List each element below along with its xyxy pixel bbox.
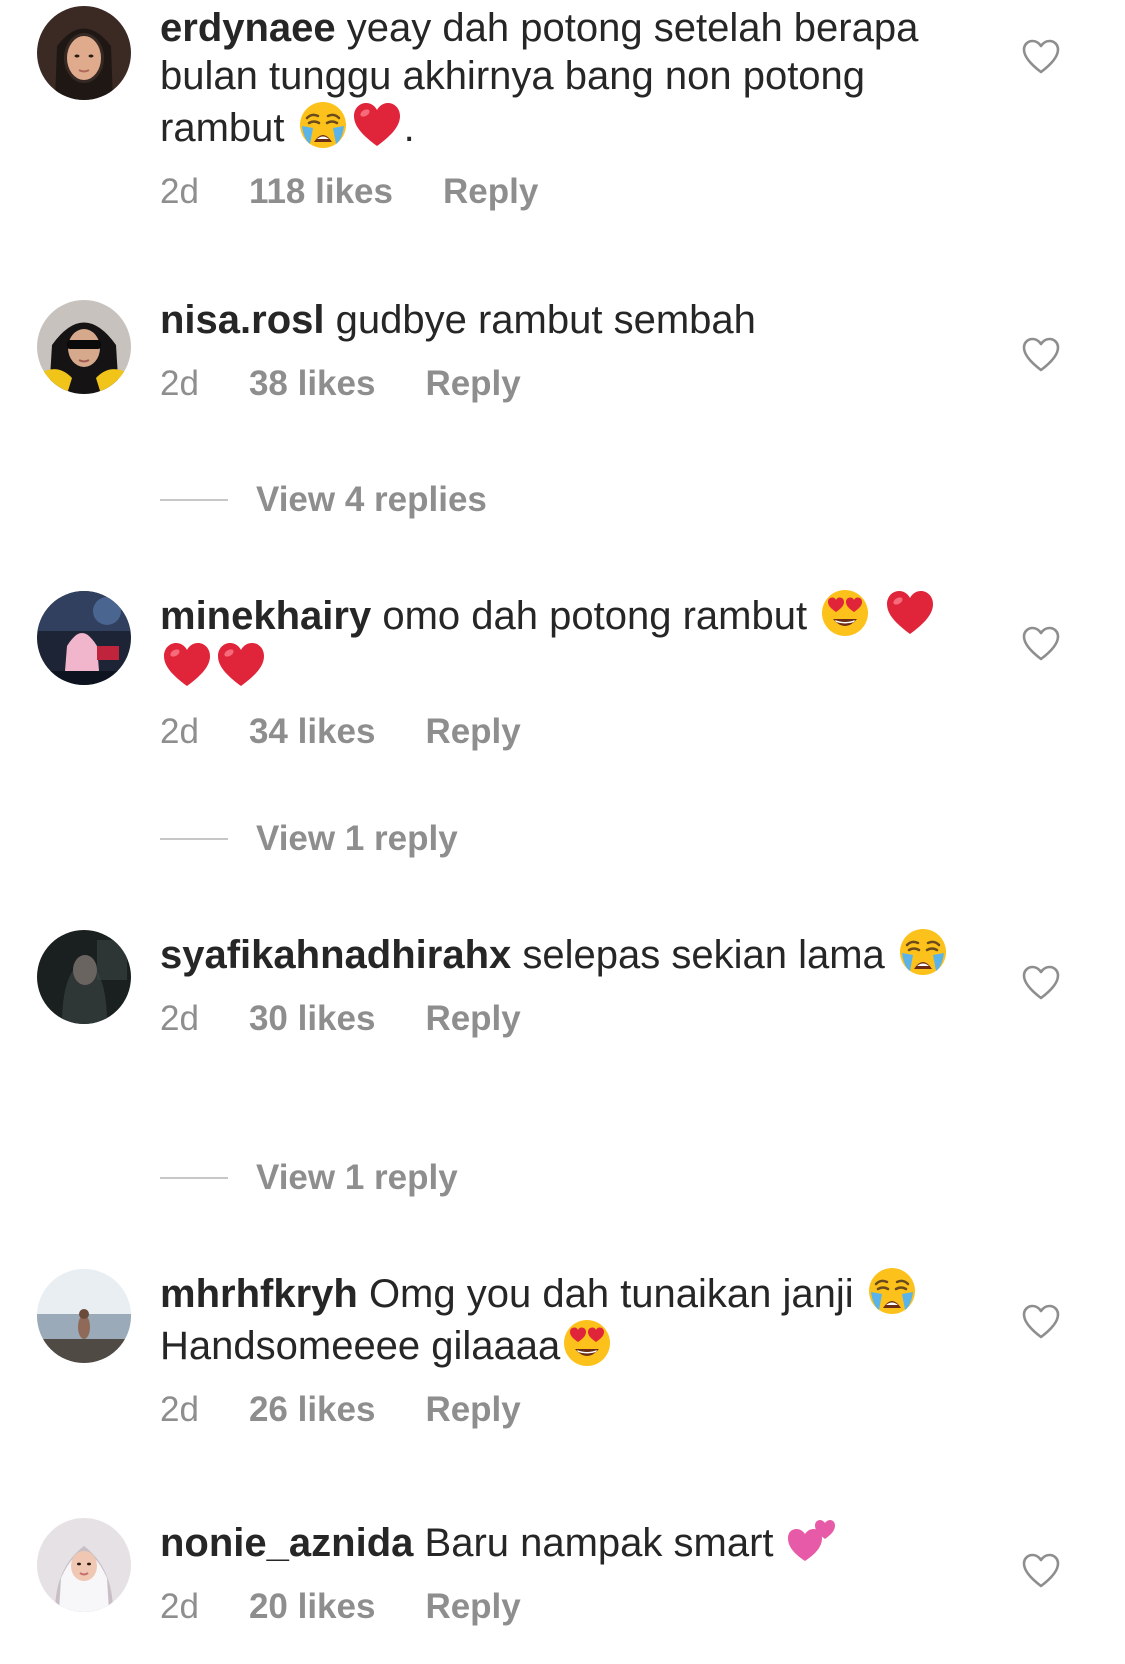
- avatar[interactable]: [37, 300, 131, 394]
- comment-text: syafikahnadhirahx selepas sekian lama: [160, 927, 960, 979]
- comment-time: 2d: [160, 1587, 199, 1626]
- comment-time: 2d: [160, 364, 199, 403]
- comment-message: Omg you dah tunaikan janji: [368, 1272, 854, 1316]
- divider-line: [160, 1177, 228, 1179]
- comment-time: 2d: [160, 999, 199, 1038]
- reply-button[interactable]: Reply: [425, 364, 520, 404]
- crying-face-emoji: [867, 1266, 917, 1316]
- view-replies-label: View 1 reply: [256, 1158, 458, 1197]
- like-heart-icon[interactable]: [1021, 335, 1061, 375]
- comment-username[interactable]: erdynaee: [160, 6, 336, 50]
- heart-eyes-emoji: [820, 588, 870, 638]
- comment-body: minekhairy omo dah potong rambut 2d 34 li…: [160, 588, 960, 752]
- comment-meta: 2d 26 likes Reply: [160, 1390, 960, 1430]
- comment-likes[interactable]: 30 likes: [249, 999, 376, 1039]
- red-heart-emoji: [885, 588, 935, 638]
- comment-username[interactable]: nonie_aznida: [160, 1521, 413, 1565]
- like-heart-icon[interactable]: [1021, 1302, 1061, 1342]
- comment-text: erdynaee yeay dah potong setelah berapa …: [160, 4, 960, 152]
- reply-button[interactable]: Reply: [443, 172, 538, 212]
- comment-likes[interactable]: 26 likes: [249, 1390, 376, 1430]
- comment-body: erdynaee yeay dah potong setelah berapa …: [160, 4, 960, 212]
- divider-line: [160, 499, 228, 501]
- heart-eyes-emoji: [562, 1318, 612, 1368]
- comments-list: erdynaee yeay dah potong setelah berapa …: [0, 0, 1125, 1664]
- comment-message: selepas sekian lama: [522, 933, 885, 977]
- avatar[interactable]: [37, 1269, 131, 1363]
- comment-username[interactable]: syafikahnadhirahx: [160, 933, 511, 977]
- comment-body: nonie_aznida Baru nampak smart 2d 20 like…: [160, 1515, 960, 1627]
- view-replies-button[interactable]: View 4 replies: [160, 480, 487, 520]
- comment-message: gudbye rambut sembah: [335, 298, 756, 342]
- avatar[interactable]: [37, 930, 131, 1024]
- comment-text: mhrhfkryh Omg you dah tunaikan janji Han…: [160, 1266, 960, 1370]
- comment-body: syafikahnadhirahx selepas sekian lama 2d…: [160, 927, 960, 1039]
- reply-button[interactable]: Reply: [425, 712, 520, 752]
- comment-message: Baru nampak smart: [424, 1521, 774, 1565]
- comment-meta: 2d 34 likes Reply: [160, 712, 960, 752]
- like-heart-icon[interactable]: [1021, 624, 1061, 664]
- comment-text: nonie_aznida Baru nampak smart: [160, 1515, 960, 1567]
- comment-username[interactable]: mhrhfkryh: [160, 1272, 358, 1316]
- like-heart-icon[interactable]: [1021, 1551, 1061, 1591]
- comment-time: 2d: [160, 1390, 199, 1429]
- comment-message: omo dah potong rambut: [382, 594, 808, 638]
- avatar[interactable]: [37, 1518, 131, 1612]
- comment-likes[interactable]: 20 likes: [249, 1587, 376, 1627]
- comment-meta: 2d 118 likes Reply: [160, 172, 960, 212]
- view-replies-button[interactable]: View 1 reply: [160, 1158, 458, 1198]
- like-heart-icon[interactable]: [1021, 37, 1061, 77]
- comment-meta: 2d 30 likes Reply: [160, 999, 960, 1039]
- two-hearts-emoji: [787, 1515, 837, 1565]
- comment-likes[interactable]: 34 likes: [249, 712, 376, 752]
- comment-meta: 2d 20 likes Reply: [160, 1587, 960, 1627]
- comment-username[interactable]: nisa.rosl: [160, 298, 325, 342]
- view-replies-label: View 1 reply: [256, 819, 458, 858]
- reply-button[interactable]: Reply: [425, 999, 520, 1039]
- avatar[interactable]: [37, 6, 131, 100]
- comment-username[interactable]: minekhairy: [160, 594, 371, 638]
- red-heart-emoji: [352, 100, 402, 150]
- like-heart-icon[interactable]: [1021, 963, 1061, 1003]
- reply-button[interactable]: Reply: [425, 1390, 520, 1430]
- view-replies-button[interactable]: View 1 reply: [160, 819, 458, 859]
- divider-line: [160, 838, 228, 840]
- comment-time: 2d: [160, 172, 199, 211]
- crying-face-emoji: [298, 100, 348, 150]
- comment-time: 2d: [160, 712, 199, 751]
- comment-body: mhrhfkryh Omg you dah tunaikan janji Han…: [160, 1266, 960, 1430]
- crying-face-emoji: [898, 927, 948, 977]
- comment-likes[interactable]: 118 likes: [249, 172, 393, 212]
- comment-meta: 2d 38 likes Reply: [160, 364, 960, 404]
- comment-message-end: .: [403, 106, 415, 150]
- red-heart-emoji: [216, 640, 266, 690]
- comment-likes[interactable]: 38 likes: [249, 364, 376, 404]
- comment-body: nisa.rosl gudbye rambut sembah 2d 38 like…: [160, 296, 960, 404]
- red-heart-emoji: [162, 640, 212, 690]
- comment-text: minekhairy omo dah potong rambut: [160, 588, 960, 692]
- avatar[interactable]: [37, 591, 131, 685]
- comment-text: nisa.rosl gudbye rambut sembah: [160, 296, 960, 344]
- comment-message-cont: Handsomeeee gilaaaa: [160, 1324, 561, 1368]
- view-replies-label: View 4 replies: [256, 480, 487, 519]
- reply-button[interactable]: Reply: [425, 1587, 520, 1627]
